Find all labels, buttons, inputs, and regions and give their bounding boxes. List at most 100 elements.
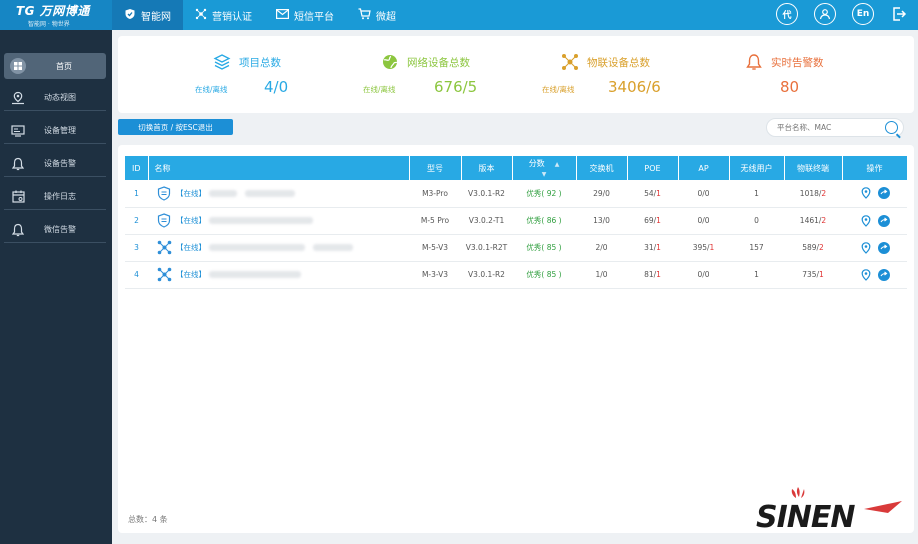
stat-projects: 项目总数 在线/离线 4/0: [118, 36, 318, 113]
stat-title: 实时告警数: [744, 52, 824, 72]
stat-label: 在线/离线: [363, 85, 396, 94]
cell-id: 3: [125, 234, 148, 262]
search-input[interactable]: [777, 121, 882, 134]
calendar-icon: [10, 189, 26, 205]
cell-name[interactable]: 【在线】: [148, 261, 409, 289]
stat-value[interactable]: 80: [780, 78, 799, 96]
poe-online: 69/: [644, 216, 657, 225]
nav-item-label: 短信平台: [294, 11, 334, 23]
sidebar-item-label: 首页: [56, 61, 72, 71]
cell-wireless-users: 157: [729, 234, 784, 262]
switch-home-button[interactable]: 切换首页 / 按ESC退出: [118, 119, 233, 135]
poe-offline: 1: [656, 188, 661, 198]
navigate-icon[interactable]: [877, 241, 890, 254]
table-row[interactable]: 2 【在线】 M-5 Pro V3.0.2-T1 优秀( 86 ) 13/0 69/1 0/0…: [125, 207, 907, 235]
nav-item-micro-market[interactable]: 微超: [346, 0, 408, 30]
stat-title-text: 项目总数: [239, 56, 281, 69]
nav-item-label: 微超: [376, 11, 396, 23]
redacted-name: [209, 244, 305, 251]
table-row[interactable]: 1 【在线】 M3-Pro V3.0.1-R2 优秀( 92 ) 29/0 54/1 0/0 1…: [125, 180, 907, 208]
poe-online: 54/: [644, 188, 657, 198]
language-button[interactable]: En: [852, 3, 874, 25]
total-count: 总数：4 条: [128, 515, 168, 524]
navigate-icon[interactable]: [877, 268, 890, 281]
table-row[interactable]: 4 【在线】 M-3-V3 V3.0.1-R2 优秀( 85 ) 1/0 81/1 0/0 1 7…: [125, 261, 907, 289]
redacted-name: [245, 189, 295, 197]
nav-item-sms[interactable]: 短信平台: [264, 0, 346, 30]
brand-logo[interactable]: TG 万网博通 智能网 · 物世界: [0, 0, 112, 30]
sidebar-item-device-alarm[interactable]: 设备告警: [4, 151, 106, 177]
cell-actions: [842, 261, 907, 289]
cell-ap: 395/1: [678, 234, 729, 262]
cell-switch: 2/0: [576, 234, 627, 262]
watermark-text: SINEN: [756, 500, 855, 533]
cell-name[interactable]: 【在线】: [148, 234, 409, 262]
sidebar-item-operation-log[interactable]: 操作日志: [4, 184, 106, 210]
shield-icon: [124, 8, 136, 23]
sidebar-item-dynamic-view[interactable]: 动态视图: [4, 85, 106, 111]
logout-icon[interactable]: [888, 3, 910, 25]
iot-offline: 2: [821, 188, 827, 198]
cell-id: 1: [125, 180, 148, 208]
location-icon[interactable]: [860, 268, 872, 281]
cell-actions: [842, 207, 907, 235]
poe-offline: 1: [656, 243, 661, 252]
sidebar-item-label: 操作日志: [44, 192, 76, 201]
nodes-icon: [560, 52, 580, 72]
cell-score: 优秀( 85 ): [512, 261, 576, 289]
user-icon[interactable]: [814, 3, 836, 25]
cell-poe: 31/1: [627, 234, 678, 262]
cell-iot: 589/2: [784, 234, 842, 262]
cell-model: M3-Pro: [409, 180, 461, 208]
redacted-name: [313, 244, 353, 251]
navigate-icon[interactable]: [877, 214, 890, 227]
nav-item-marketing[interactable]: 营销认证: [183, 0, 264, 30]
ap-online: 0/0: [697, 188, 710, 198]
mail-icon: [276, 8, 290, 22]
stat-title-text: 网络设备总数: [407, 56, 470, 69]
stat-value[interactable]: 676/5: [434, 78, 477, 96]
nav-item-label: 营销认证: [212, 11, 252, 23]
agent-button[interactable]: 代: [776, 3, 798, 25]
location-icon[interactable]: [860, 214, 872, 227]
device-icon: [10, 123, 26, 139]
stat-value[interactable]: 3406/6: [608, 78, 661, 96]
stat-alarms: 实时告警数 80: [718, 36, 914, 113]
cell-name[interactable]: 【在线】: [148, 207, 409, 235]
redacted-name: [209, 271, 301, 278]
stat-title: 物联设备总数: [560, 52, 650, 72]
cell-switch: 1/0: [576, 261, 627, 289]
navigate-icon[interactable]: [877, 187, 890, 200]
table-row[interactable]: 3 【在线】 M-5-V3 V3.0.1-R2T 优秀( 85 ) 2/0 31/1 395/…: [125, 234, 907, 262]
cell-name[interactable]: 【在线】: [148, 180, 409, 208]
cell-wireless-users: 0: [729, 207, 784, 235]
top-bar: TG 万网博通 智能网 · 物世界 智能网 营销认证 短信平台 微超 代 En: [0, 0, 918, 30]
ap-offline: 1: [709, 243, 715, 252]
poe-offline: 1: [656, 270, 661, 279]
redacted-name: [209, 217, 313, 224]
search-icon[interactable]: [885, 121, 898, 134]
iot-online: 735/: [802, 270, 820, 279]
cell-ap: 0/0: [678, 261, 729, 289]
poe-offline: 1: [656, 216, 661, 225]
cell-id: 2: [125, 207, 148, 235]
location-icon[interactable]: [860, 187, 872, 200]
stat-iot-devices: 物联设备总数 在线/离线 3406/6: [518, 36, 718, 113]
sidebar-item-device-management[interactable]: 设备管理: [4, 118, 106, 144]
stat-network-devices: 网络设备总数 在线/离线 676/5: [318, 36, 518, 113]
bell-icon: [744, 52, 764, 72]
cell-version: V3.0.1-R2: [461, 261, 512, 289]
iot-offline: 2: [819, 243, 824, 252]
bell-icon: [10, 156, 26, 172]
column-header-model: 型号: [409, 156, 462, 180]
location-icon[interactable]: [860, 241, 872, 254]
column-header-name: 名称: [148, 156, 410, 180]
sidebar-item-home[interactable]: 首页: [4, 53, 106, 79]
nodes-icon: [156, 240, 172, 256]
stat-value[interactable]: 4/0: [264, 78, 288, 96]
cell-wireless-users: 1: [729, 261, 784, 289]
column-header-score[interactable]: 分数 ▲ ▼: [512, 156, 577, 180]
nav-item-smart-net[interactable]: 智能网: [112, 0, 183, 30]
shield-icon: [156, 185, 172, 201]
sidebar-item-wechat-alarm[interactable]: 微信告警: [4, 217, 106, 243]
